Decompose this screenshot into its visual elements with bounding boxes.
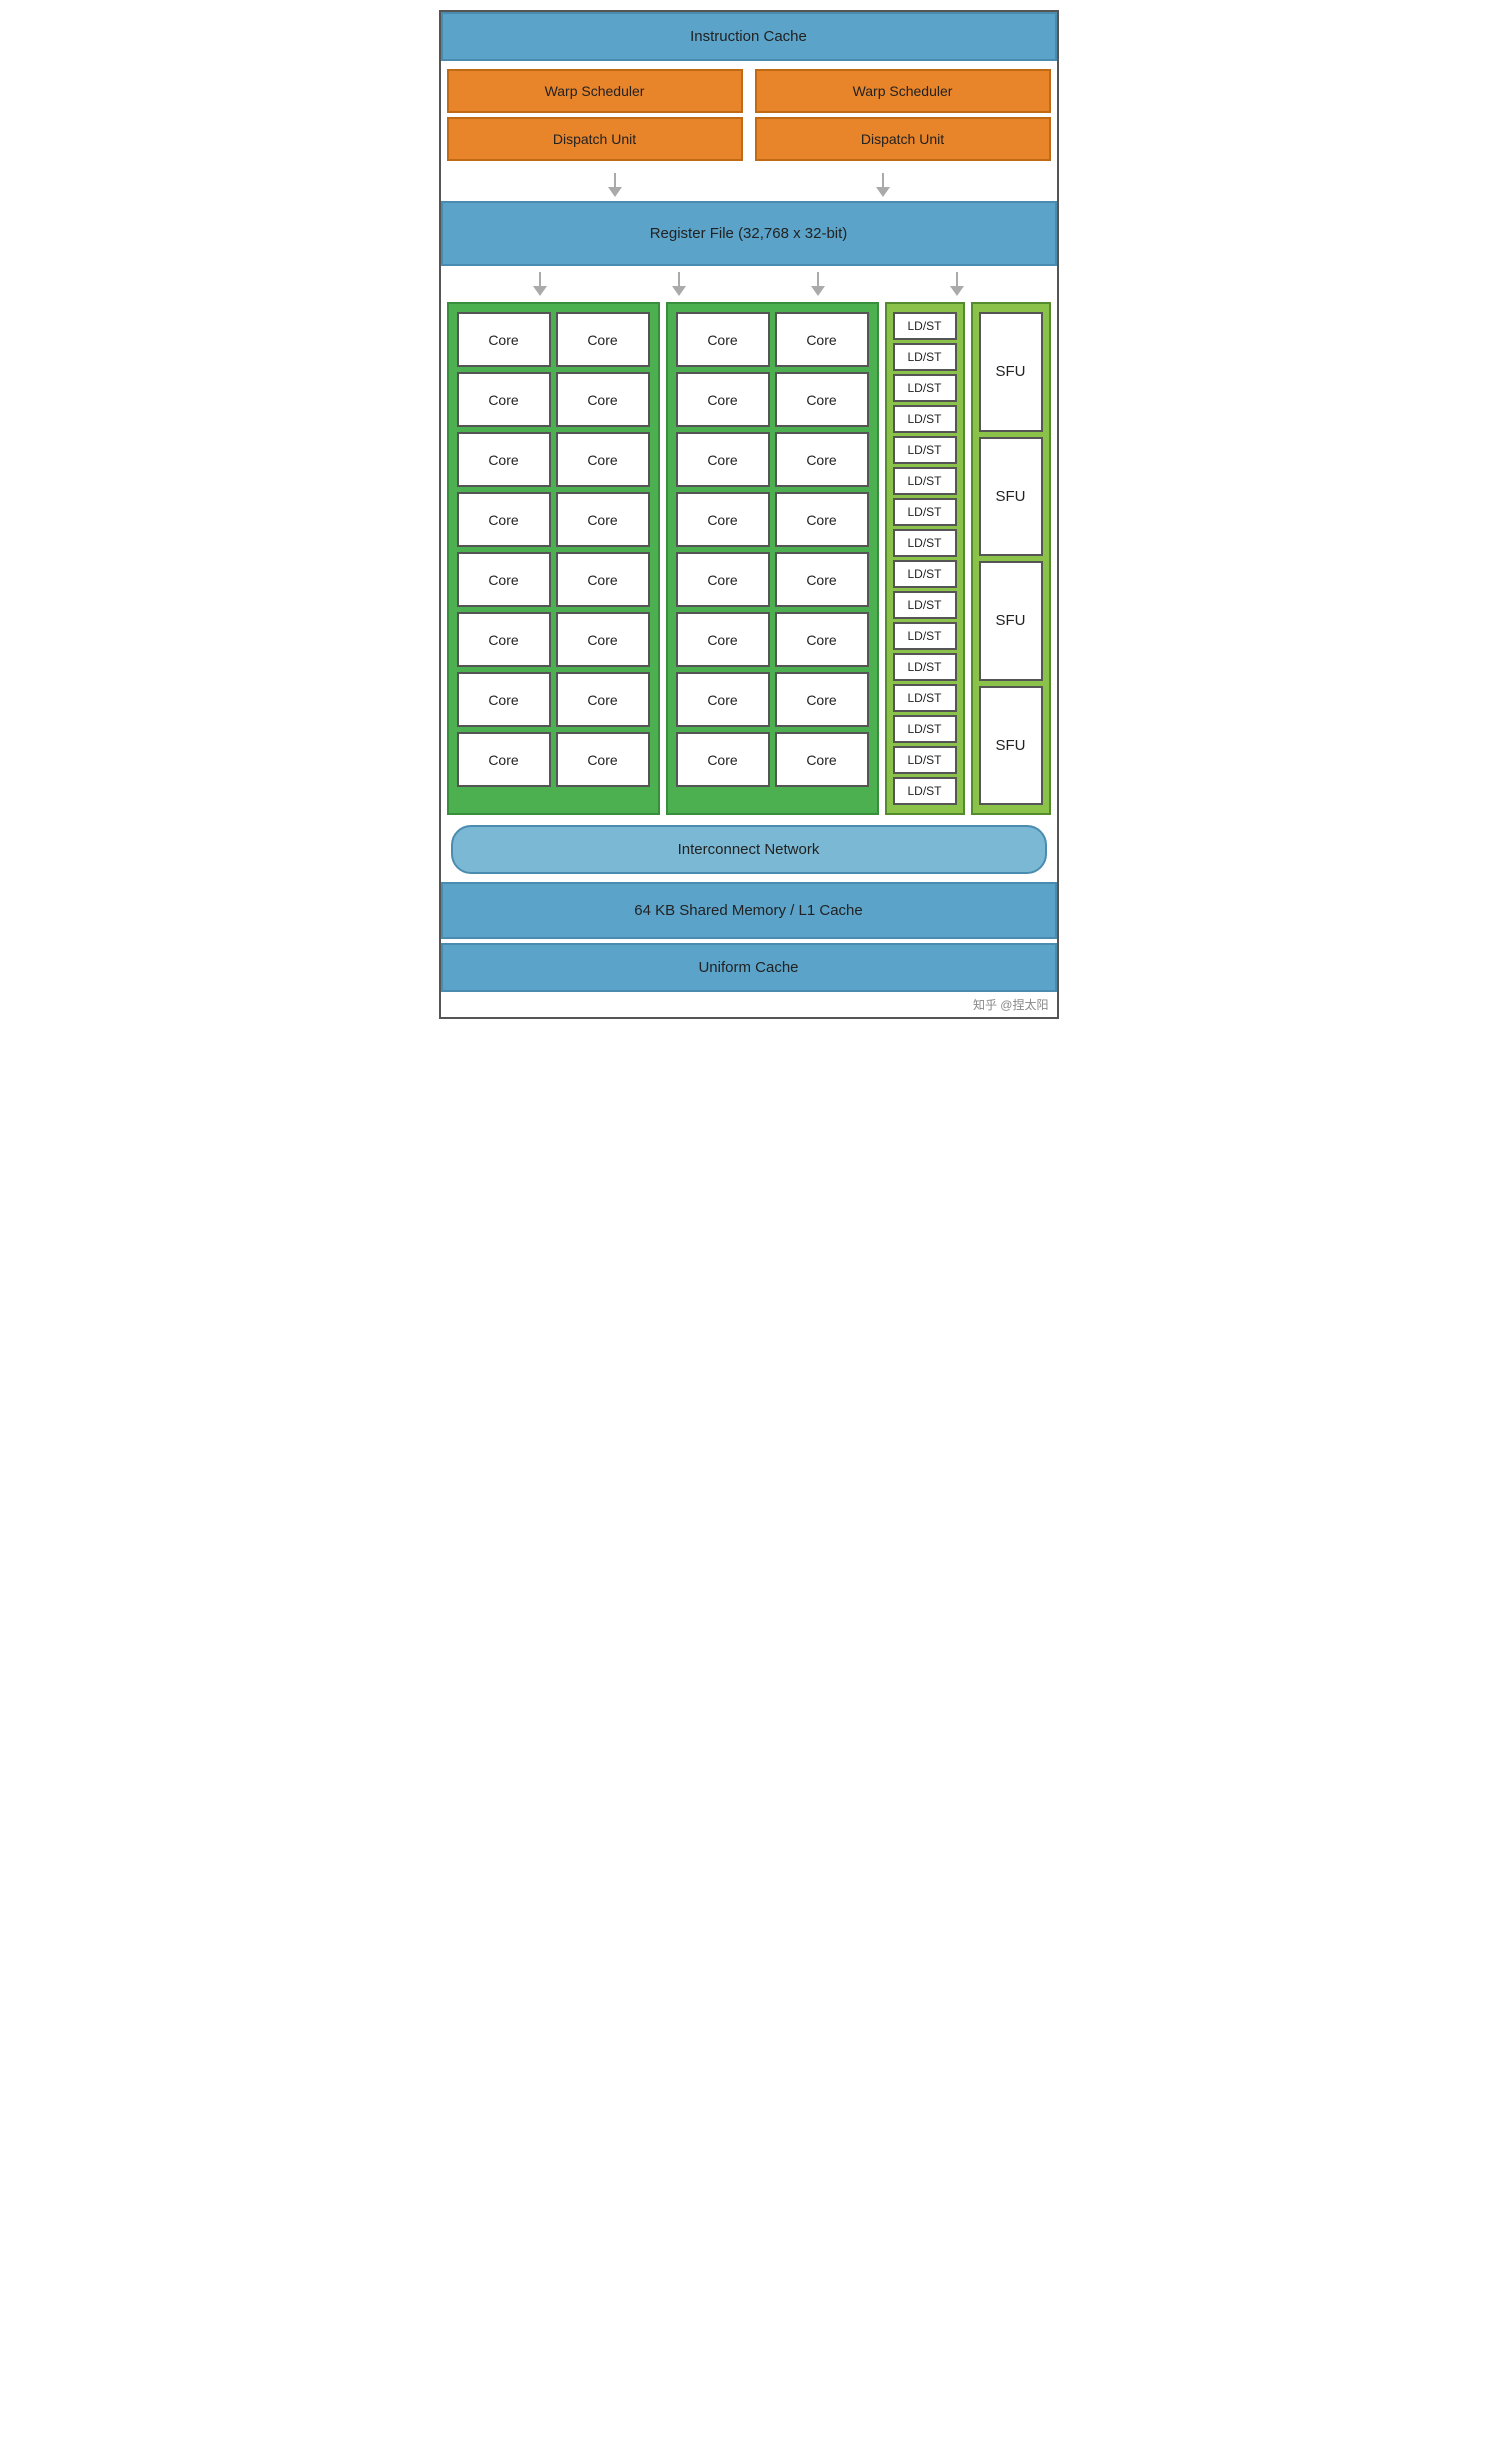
ldst-group: LD/ST LD/ST LD/ST LD/ST LD/ST LD/ST LD/ST LD/ST… [885,302,965,815]
core-cell: Core [457,372,551,427]
core-cell: Core [775,552,869,607]
compute-section: CoreCoreCoreCoreCoreCoreCoreCoreCoreCore… [441,302,1057,821]
core-cell: Core [457,732,551,787]
core-row: CoreCore [676,732,869,787]
core-cell: Core [676,312,770,367]
ldst-cell: LD/ST [893,560,957,588]
sfu-cell: SFU [979,437,1043,557]
ldst-cell: LD/ST [893,498,957,526]
uniform-cache: Uniform Cache [441,943,1057,992]
core-cell: Core [556,492,650,547]
core-cell: Core [775,432,869,487]
core-group-1: CoreCoreCoreCoreCoreCoreCoreCoreCoreCore… [447,302,660,815]
ldst-cell: LD/ST [893,436,957,464]
warp-scheduler-right: Warp Scheduler [755,69,1051,113]
shared-memory: 64 KB Shared Memory / L1 Cache [441,882,1057,939]
ldst-cell: LD/ST [893,529,957,557]
ldst-cell: LD/ST [893,622,957,650]
core-row: CoreCore [676,492,869,547]
core-row: CoreCore [457,492,650,547]
arrow-2 [876,173,890,197]
core-cell: Core [775,372,869,427]
core-cell: Core [457,432,551,487]
arrows-from-register [441,266,1057,302]
core-row: CoreCore [457,612,650,667]
sfu-cell: SFU [979,561,1043,681]
ldst-cell: LD/ST [893,591,957,619]
core-cell: Core [457,672,551,727]
warp-scheduler-left: Warp Scheduler [447,69,743,113]
core-cell: Core [556,612,650,667]
core-cell: Core [556,552,650,607]
core-cell: Core [676,612,770,667]
core-cell: Core [556,312,650,367]
core-cell: Core [457,552,551,607]
ldst-cell: LD/ST [893,777,957,805]
arrows-to-register [441,169,1057,201]
ldst-cell: LD/ST [893,343,957,371]
core-row: CoreCore [457,312,650,367]
register-file: Register File (32,768 x 32-bit) [441,201,1057,266]
ldst-cell: LD/ST [893,374,957,402]
sfu-group: SFUSFUSFUSFU [971,302,1051,815]
core-row: CoreCore [676,612,869,667]
core-cell: Core [775,612,869,667]
core-cell: Core [556,732,650,787]
core-cell: Core [676,672,770,727]
core-row: CoreCore [457,552,650,607]
ldst-cell: LD/ST [893,653,957,681]
core-cell: Core [676,372,770,427]
sfu-cell: SFU [979,686,1043,806]
core-row: CoreCore [457,432,650,487]
ldst-cell: LD/ST [893,405,957,433]
watermark: 知乎 @捏太阳 [441,992,1057,1017]
core-cell: Core [556,672,650,727]
ldst-cell: LD/ST [893,312,957,340]
core-row: CoreCore [457,732,650,787]
gpu-sm-diagram: Instruction Cache Warp Scheduler Warp Sc… [439,10,1059,1019]
core-row: CoreCore [676,552,869,607]
dispatch-unit-right: Dispatch Unit [755,117,1051,161]
core-cell: Core [676,552,770,607]
core-cell: Core [556,372,650,427]
core-cell: Core [775,312,869,367]
core-row: CoreCore [676,372,869,427]
ldst-cell: LD/ST [893,467,957,495]
core-cell: Core [676,432,770,487]
ldst-cell: LD/ST [893,684,957,712]
core-cell: Core [457,312,551,367]
core-cell: Core [775,672,869,727]
core-cell: Core [457,612,551,667]
arrow-5 [811,272,825,296]
instruction-cache: Instruction Cache [441,12,1057,61]
core-row: CoreCore [457,372,650,427]
core-cell: Core [676,732,770,787]
core-row: CoreCore [676,672,869,727]
arrow-3 [533,272,547,296]
arrow-6 [950,272,964,296]
core-row: CoreCore [457,672,650,727]
core-cell: Core [676,492,770,547]
dispatch-unit-left: Dispatch Unit [447,117,743,161]
ldst-cell: LD/ST [893,715,957,743]
interconnect-network: Interconnect Network [451,825,1047,874]
arrow-4 [672,272,686,296]
arrow-1 [608,173,622,197]
core-row: CoreCore [676,432,869,487]
core-group-2: CoreCoreCoreCoreCoreCoreCoreCoreCoreCore… [666,302,879,815]
core-cell: Core [775,492,869,547]
core-cell: Core [556,432,650,487]
core-cell: Core [775,732,869,787]
core-row: CoreCore [676,312,869,367]
sfu-cell: SFU [979,312,1043,432]
ldst-cell: LD/ST [893,746,957,774]
core-cell: Core [457,492,551,547]
